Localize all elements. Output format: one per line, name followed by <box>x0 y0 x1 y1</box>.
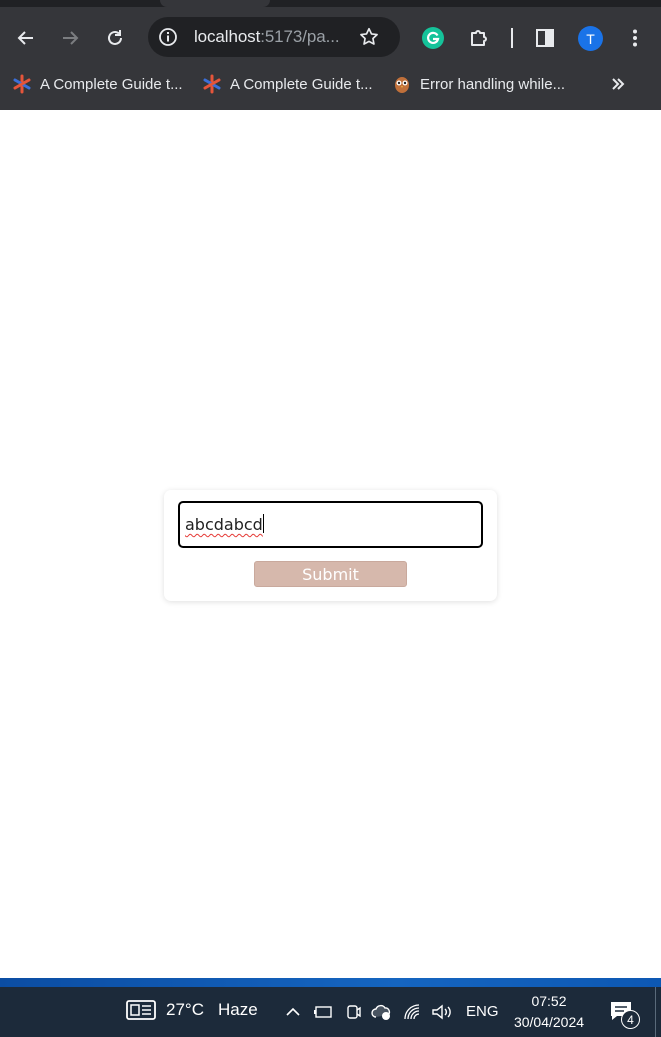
chevron-up-icon <box>286 1007 300 1016</box>
star-icon[interactable] <box>358 26 380 48</box>
show-hidden-icons-button[interactable] <box>282 1001 304 1023</box>
bookmark-item[interactable]: A Complete Guide t... <box>202 72 373 96</box>
reload-button[interactable] <box>101 24 129 52</box>
bookmark-label: A Complete Guide t... <box>40 75 183 93</box>
submit-button[interactable]: Submit <box>254 561 407 587</box>
browser-menu-button[interactable] <box>621 24 649 52</box>
browser-toolbar: localhost:5173/pa... T <box>0 14 661 62</box>
owl-favicon-icon <box>392 74 412 94</box>
bookmark-label: Error handling while... <box>420 75 566 93</box>
notification-center-button[interactable]: 4 <box>609 999 643 1029</box>
news-icon <box>126 1000 156 1020</box>
wifi-icon <box>404 1004 420 1020</box>
toolbar-divider <box>511 28 513 48</box>
cloud-sync-icon <box>371 1004 391 1020</box>
volume-tray-button[interactable] <box>431 1001 453 1023</box>
battery-icon <box>314 1006 332 1018</box>
site-info-icon[interactable] <box>158 27 178 47</box>
address-bar[interactable]: localhost:5173/pa... <box>148 17 400 57</box>
url-path: :5173/pa... <box>260 27 340 46</box>
weather-widget[interactable]: 27°C Haze <box>126 999 258 1021</box>
side-panel-icon <box>536 29 554 47</box>
bookmarks-overflow-button[interactable] <box>606 72 630 96</box>
reload-icon <box>108 30 122 45</box>
wifi-tray-button[interactable] <box>402 1001 424 1023</box>
arrow-right-icon <box>63 31 79 45</box>
side-panel-button[interactable] <box>531 24 559 52</box>
text-input[interactable]: abcdabcd <box>178 501 483 548</box>
puzzle-icon <box>471 30 487 46</box>
input-language-indicator[interactable]: ENG <box>466 1003 499 1020</box>
clock-date: 30/04/2024 <box>513 1014 585 1030</box>
bookmark-item[interactable]: Error handling while... <box>392 72 565 96</box>
show-desktop-button[interactable] <box>655 987 656 1037</box>
back-button[interactable] <box>12 24 40 52</box>
windows-taskbar: 27°C Haze ENG 07:52 30/04/2024 4 <box>0 987 661 1037</box>
camera-icon <box>347 1005 361 1019</box>
kebab-menu-icon <box>633 29 637 47</box>
profile-avatar[interactable]: T <box>578 26 603 51</box>
battery-tray-button[interactable] <box>312 1001 334 1023</box>
asterisk-favicon-icon <box>12 74 32 94</box>
meet-tray-button[interactable] <box>342 1001 364 1023</box>
onedrive-tray-button[interactable] <box>371 1001 393 1023</box>
page-viewport: abcdabcd Submit <box>0 110 661 978</box>
bookmarks-bar: A Complete Guide t... A Complete Guide t… <box>0 68 661 100</box>
url-text: localhost:5173/pa... <box>194 27 340 47</box>
grammarly-icon <box>422 27 444 49</box>
clock-time: 07:52 <box>531 993 567 1009</box>
taskbar-accent-strip <box>0 978 661 987</box>
system-clock[interactable]: 07:52 30/04/2024 <box>508 991 590 1033</box>
active-tab[interactable] <box>160 0 270 7</box>
bookmark-item[interactable]: A Complete Guide t... <box>12 72 183 96</box>
double-chevron-right-icon <box>612 78 625 90</box>
speaker-icon <box>432 1004 451 1020</box>
arrow-left-icon <box>17 31 33 45</box>
weather-temperature: 27°C <box>166 1000 204 1019</box>
forward-button[interactable] <box>56 24 84 52</box>
text-caret <box>262 514 264 533</box>
grammarly-extension-button[interactable] <box>419 24 447 52</box>
form-card: abcdabcd Submit <box>164 490 497 601</box>
url-host: localhost <box>194 27 261 46</box>
notification-count-badge: 4 <box>621 1010 640 1029</box>
asterisk-favicon-icon <box>202 74 222 94</box>
tab-strip <box>0 0 661 7</box>
extensions-button[interactable] <box>465 24 493 52</box>
input-value: abcdabcd <box>185 515 263 534</box>
weather-condition: Haze <box>217 1000 258 1019</box>
browser-chrome: localhost:5173/pa... T A Complete Guide … <box>0 0 661 110</box>
bookmark-label: A Complete Guide t... <box>230 75 373 93</box>
